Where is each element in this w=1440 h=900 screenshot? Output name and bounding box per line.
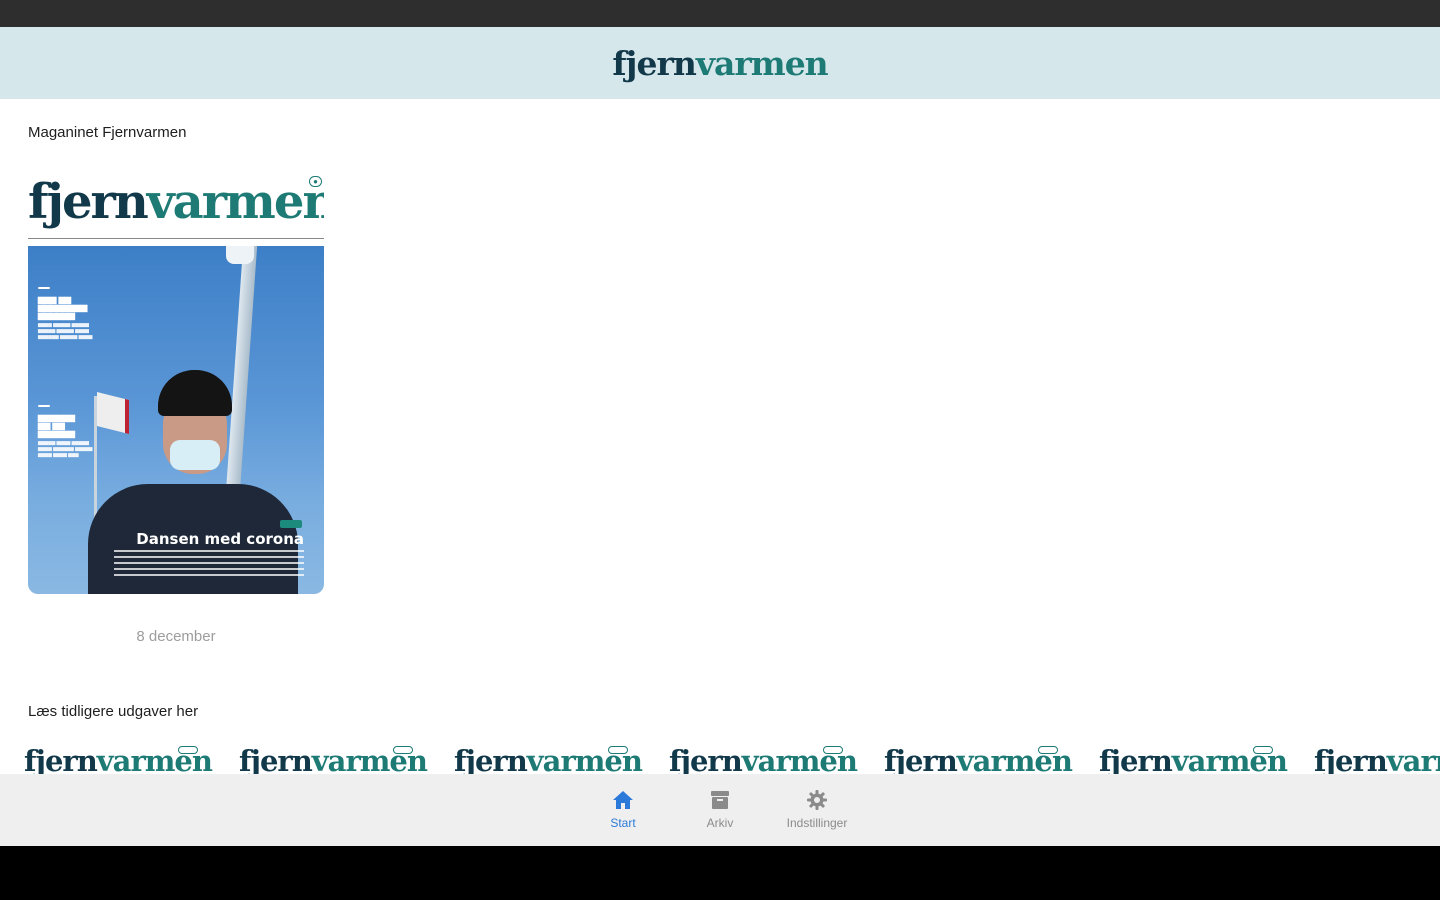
archive-thumb[interactable]: fjernvarmen	[669, 744, 858, 775]
system-navigation-bar	[0, 846, 1440, 900]
thumb-logo-part2: varmen	[1386, 744, 1440, 775]
thumb-logo-part1: fjern	[454, 744, 528, 775]
current-issue-cover[interactable]: fjernvarmen ● ▆▆▆ ▆▆ ▆▆▆▆▆▆▆▆ ▆▆▆▆▆▆ ▆▆▆▆ …	[28, 170, 324, 594]
thumb-badge	[393, 746, 413, 754]
app-header: fjernvarmen	[0, 27, 1440, 99]
section-title-current: Maganinet Fjernvarmen	[28, 124, 187, 141]
thumb-badge	[823, 746, 843, 754]
thumb-badge	[178, 746, 198, 754]
nav-start[interactable]: Start	[575, 788, 671, 830]
archive-thumb[interactable]: fjernvarmen	[1314, 744, 1440, 775]
cover-strip	[28, 238, 324, 245]
nav-settings[interactable]: Indstillinger	[769, 788, 865, 830]
thumb-logo-part1: fjern	[1314, 744, 1388, 775]
archive-thumb[interactable]: fjernvarmen	[884, 744, 1073, 775]
cover-side-story-1: ▆▆▆ ▆▆ ▆▆▆▆▆▆▆▆ ▆▆▆▆▆▆ ▆▆▆▆ ▆▆▆▆▆ ▆▆▆▆▆ ▆▆…	[38, 276, 96, 340]
nav-archive-label: Arkiv	[706, 816, 734, 830]
app-logo-part2: varmen	[695, 43, 829, 83]
thumb-logo-part1: fjern	[24, 744, 98, 775]
thumb-logo-part1: fjern	[1099, 744, 1173, 775]
cover-side-tag	[38, 287, 50, 289]
cover-side-text-block: ▆▆▆▆ ▆▆▆▆▆ ▆▆▆▆▆ ▆▆▆▆▆ ▆▆▆▆▆ ▆▆▆▆ ▆▆▆▆▆▆…	[38, 322, 93, 339]
flag-shape	[97, 392, 129, 434]
archive-thumb[interactable]: fjernvarmen	[24, 744, 213, 775]
thumb-badge	[608, 746, 628, 754]
cover-side-tag	[38, 405, 50, 407]
archive-thumb-list[interactable]: fjernvarmen fjernvarmen fjernvarmen fjer…	[24, 744, 1440, 774]
cover-logo-part2: varmen	[146, 174, 324, 230]
thumb-logo-part1: fjern	[669, 744, 743, 775]
cover-headline: Dansen med corona	[136, 530, 304, 548]
person-beanie-shape	[158, 370, 232, 416]
bottom-nav: Start Arkiv Indstillinger	[0, 774, 1440, 846]
thumb-logo-part1: fjern	[884, 744, 958, 775]
chimney-top-shape	[226, 246, 254, 264]
thumb-badge	[1038, 746, 1058, 754]
current-issue-date: 8 december	[136, 628, 216, 645]
cover-logo: fjernvarmen	[28, 178, 324, 226]
nav-settings-label: Indstillinger	[786, 816, 848, 830]
app-logo-part1: fjern	[612, 43, 697, 83]
nav-start-label: Start	[610, 816, 636, 830]
cover-side-story-2: ▆▆▆▆▆▆ ▆▆ ▆▆ ▆▆▆▆▆▆ ▆▆▆▆▆ ▆▆▆▆ ▆▆▆▆▆ ▆▆▆▆ …	[38, 394, 96, 458]
archive-thumb-logo: fjernvarmen	[1314, 744, 1440, 775]
cover-photo: ▆▆▆ ▆▆ ▆▆▆▆▆▆▆▆ ▆▆▆▆▆▆ ▆▆▆▆ ▆▆▆▆▆ ▆▆▆▆▆ ▆▆…	[28, 246, 324, 594]
gear-icon	[807, 790, 827, 810]
app-logo: fjernvarmen	[612, 43, 829, 83]
home-icon	[613, 791, 633, 809]
cover-headline-tag	[280, 520, 302, 528]
section-title-archive: Læs tidligere udgaver her	[28, 703, 199, 720]
cover-side-heading-block: ▆▆▆ ▆▆ ▆▆▆▆▆▆▆▆ ▆▆▆▆▆▆	[38, 295, 88, 320]
cover-side-heading-block: ▆▆▆▆▆▆ ▆▆ ▆▆ ▆▆▆▆▆▆	[38, 413, 75, 438]
person-mask-shape	[170, 440, 220, 470]
archive-thumb[interactable]: fjernvarmen	[1099, 744, 1288, 775]
archive-thumb[interactable]: fjernvarmen	[454, 744, 643, 775]
thumb-badge	[1253, 746, 1273, 754]
cover-logo-part1: fjern	[28, 174, 149, 230]
cover-headline-text-lines	[114, 550, 304, 580]
archive-thumb[interactable]: fjernvarmen	[239, 744, 428, 775]
status-bar	[0, 0, 1440, 27]
archive-icon	[711, 791, 729, 809]
cover-anniversary-badge: ●	[309, 176, 322, 187]
thumb-logo-part1: fjern	[239, 744, 313, 775]
nav-archive[interactable]: Arkiv	[672, 788, 768, 830]
cover-side-text-block: ▆▆▆▆▆ ▆▆▆▆ ▆▆▆▆▆ ▆▆▆▆ ▆▆▆▆▆▆ ▆▆▆▆▆ ▆▆▆▆ …	[38, 440, 93, 457]
